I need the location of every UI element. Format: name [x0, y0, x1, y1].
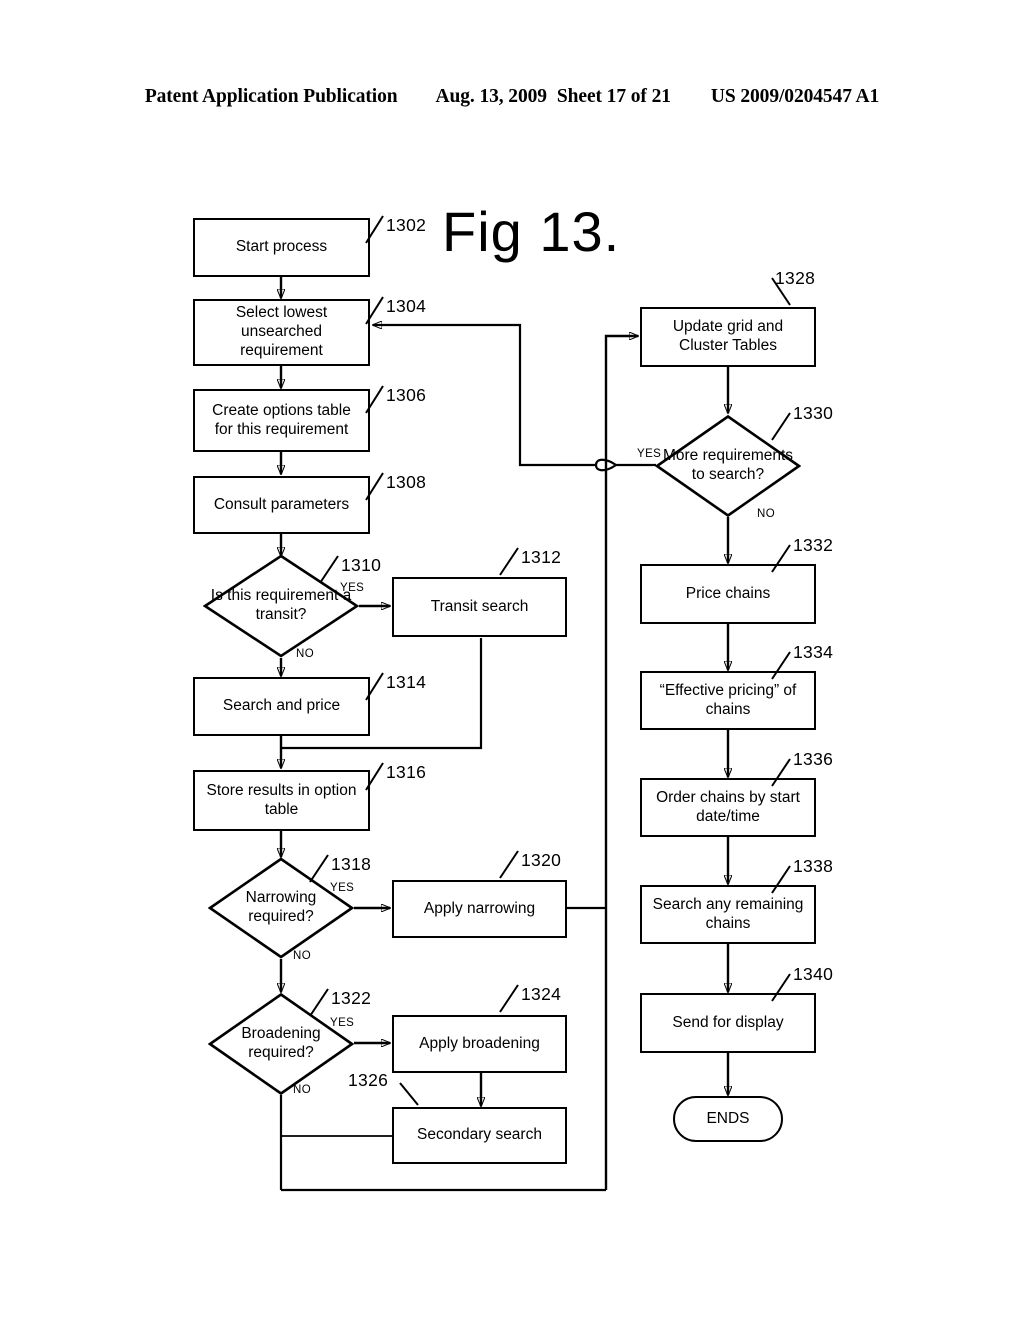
node-label: ENDS: [706, 1109, 750, 1127]
node-transit-search[interactable]: Transit search: [392, 577, 567, 637]
refnum-1326: 1326: [348, 1070, 389, 1090]
refnum-1324: 1324: [521, 984, 562, 1004]
refnum-1320: 1320: [521, 850, 562, 870]
node-start-process[interactable]: Start process: [193, 218, 370, 277]
node-create-options-table[interactable]: Create options table for this requiremen…: [193, 389, 370, 452]
node-label: Search and price: [222, 697, 341, 715]
node-send-for-display[interactable]: Send for display: [640, 993, 816, 1053]
flowchart-diagram: Start process Select lowest unsearched r…: [0, 0, 1024, 1320]
node-is-this-requirement-a-transit[interactable]: Is this requirement a transit?: [203, 554, 359, 658]
refnum-1308: 1308: [386, 472, 427, 492]
node-effective-pricing-of-chains[interactable]: “Effective pricing” of chains: [640, 671, 816, 730]
node-ends-terminator[interactable]: ENDS: [673, 1096, 783, 1142]
node-label: Search any remaining chains: [652, 895, 804, 932]
node-price-chains[interactable]: Price chains: [640, 564, 816, 624]
node-order-chains-by-start-date-time[interactable]: Order chains by start date/time: [640, 778, 816, 837]
node-apply-narrowing[interactable]: Apply narrowing: [392, 880, 567, 938]
node-label: Price chains: [685, 584, 771, 602]
refnum-1310: 1310: [341, 555, 382, 575]
node-label: Store results in option table: [206, 781, 357, 818]
refnum-1336: 1336: [793, 749, 834, 769]
node-label: Apply broadening: [419, 1034, 540, 1052]
refnum-1314: 1314: [386, 672, 427, 692]
refnum-1312: 1312: [521, 547, 562, 567]
refnum-1340: 1340: [793, 964, 834, 984]
node-label: Start process: [235, 238, 328, 256]
refnum-1338: 1338: [793, 856, 834, 876]
node-select-lowest-unsearched-requirement[interactable]: Select lowest unsearched requirement: [193, 299, 370, 366]
branch-label-1318-no: NO: [293, 950, 312, 962]
node-more-requirements-to-search[interactable]: More requirements to search?: [655, 414, 801, 517]
node-label: Broadening required?: [241, 1024, 321, 1061]
refnum-1302: 1302: [386, 215, 427, 235]
node-label: Transit search: [430, 597, 529, 615]
node-label: Narrowing required?: [245, 889, 317, 925]
node-update-grid-and-cluster-tables[interactable]: Update grid and Cluster Tables: [640, 307, 816, 367]
node-search-any-remaining-chains[interactable]: Search any remaining chains: [640, 885, 816, 944]
refnum-1328: 1328: [775, 268, 816, 288]
node-label: Update grid and Cluster Tables: [672, 318, 784, 354]
refnum-1332: 1332: [793, 535, 834, 555]
node-apply-broadening[interactable]: Apply broadening: [392, 1015, 567, 1073]
refnum-1306: 1306: [386, 385, 427, 405]
node-label: Create options table for this requiremen…: [212, 401, 351, 438]
node-label: Select lowest unsearched requirement: [235, 304, 328, 359]
node-consult-parameters[interactable]: Consult parameters: [193, 476, 370, 534]
branch-label-1310-no: NO: [296, 648, 315, 660]
refnum-1318: 1318: [331, 854, 372, 874]
node-label: Is this requirement a transit?: [210, 587, 352, 623]
node-secondary-search[interactable]: Secondary search: [392, 1107, 567, 1164]
node-label: Apply narrowing: [423, 899, 536, 917]
refnum-1316: 1316: [386, 762, 427, 782]
node-store-results-in-option-table[interactable]: Store results in option table: [193, 770, 370, 831]
node-label: Consult parameters: [213, 495, 350, 513]
node-label: “Effective pricing” of chains: [659, 681, 797, 718]
node-label: More requirements to search?: [662, 446, 794, 483]
node-search-and-price[interactable]: Search and price: [193, 677, 370, 736]
node-label: Secondary search: [417, 1126, 542, 1144]
node-label: Order chains by start date/time: [656, 788, 800, 825]
refnum-1304: 1304: [386, 296, 427, 316]
refnum-1330: 1330: [793, 403, 834, 423]
refnum-1322: 1322: [331, 988, 372, 1008]
refnum-1334: 1334: [793, 642, 834, 662]
node-label: Send for display: [672, 1013, 784, 1031]
branch-label-1330-no: NO: [757, 508, 776, 520]
branch-label-1322-no: NO: [293, 1084, 312, 1096]
